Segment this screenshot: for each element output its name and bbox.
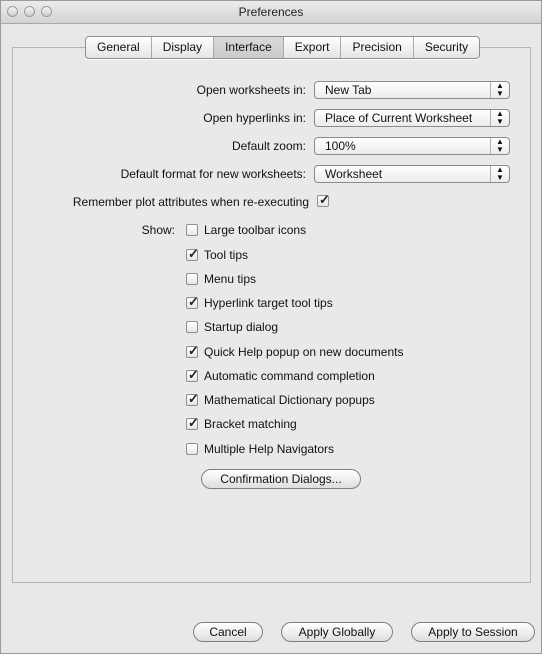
large-toolbar-icons-checkbox[interactable] [186,224,198,236]
auto-command-completion-label: Automatic command completion [204,369,375,383]
default-zoom-value: 100% [325,139,356,153]
tab-precision[interactable]: Precision [341,37,414,58]
quick-help-popup-label: Quick Help popup on new documents [204,345,404,359]
updown-arrows-icon: ▲ ▼ [490,82,509,98]
tab-security[interactable]: Security [414,37,479,58]
multiple-help-navigators-label: Multiple Help Navigators [204,442,335,456]
default-zoom-select[interactable]: 100% ▲ ▼ [314,137,510,155]
cancel-button[interactable]: Cancel [193,622,263,642]
math-dictionary-popups-label: Mathematical Dictionary popups [204,393,375,407]
checkmark-icon: ✓ [188,367,199,382]
apply-to-session-button[interactable]: Apply to Session [411,622,535,642]
hyperlink-tool-tips-label: Hyperlink target tool tips [204,296,333,310]
bracket-matching-checkbox[interactable]: ✓ [186,415,199,430]
open-worksheets-label: Open worksheets in: [196,83,306,97]
window-title: Preferences [238,5,304,19]
startup-dialog-label: Startup dialog [204,320,279,334]
default-format-label: Default format for new worksheets: [120,167,306,181]
checkmark-icon: ✓ [319,192,330,207]
tab-interface[interactable]: Interface [214,37,284,58]
apply-globally-button[interactable]: Apply Globally [281,622,393,642]
quick-help-popup-checkbox[interactable]: ✓ [186,343,199,358]
show-label: Show: [141,223,175,237]
default-format-select[interactable]: Worksheet ▲ ▼ [314,165,510,183]
tab-export[interactable]: Export [284,37,342,58]
menu-tips-label: Menu tips [204,272,257,286]
confirmation-dialogs-button[interactable]: Confirmation Dialogs... [201,469,361,489]
menu-tips-checkbox[interactable] [186,273,198,285]
tool-tips-checkbox[interactable]: ✓ [186,246,199,261]
math-dictionary-popups-checkbox[interactable]: ✓ [186,391,199,406]
checkmark-icon: ✓ [188,343,199,358]
startup-dialog-checkbox[interactable] [186,321,198,333]
open-hyperlinks-value: Place of Current Worksheet [325,111,473,125]
checkmark-icon: ✓ [188,294,199,309]
tab-general[interactable]: General [86,37,152,58]
updown-arrows-icon: ▲ ▼ [490,166,509,182]
checkmark-icon: ✓ [188,391,199,406]
bracket-matching-label: Bracket matching [204,417,297,431]
tab-display[interactable]: Display [152,37,215,58]
tool-tips-label: Tool tips [204,248,249,262]
title-bar[interactable]: Preferences [1,1,541,24]
remember-plot-label: Remember plot attributes when re-executi… [72,195,309,209]
auto-command-completion-checkbox[interactable]: ✓ [186,367,199,382]
preferences-window: Preferences General Display Interface Ex… [0,0,542,654]
default-zoom-label: Default zoom: [231,139,306,153]
remember-plot-checkbox[interactable]: ✓ [317,192,330,207]
tab-bar: General Display Interface Export Precisi… [85,36,481,59]
default-format-value: Worksheet [325,167,383,181]
multiple-help-navigators-checkbox[interactable] [186,443,198,455]
open-worksheets-select[interactable]: New Tab ▲ ▼ [314,81,510,99]
large-toolbar-icons-label: Large toolbar icons [204,223,307,237]
settings-panel [12,47,531,583]
updown-arrows-icon: ▲ ▼ [490,138,509,154]
checkmark-icon: ✓ [188,415,199,430]
hyperlink-tool-tips-checkbox[interactable]: ✓ [186,294,199,309]
open-worksheets-value: New Tab [325,83,372,97]
open-hyperlinks-label: Open hyperlinks in: [203,111,306,125]
checkmark-icon: ✓ [188,246,199,261]
open-hyperlinks-select[interactable]: Place of Current Worksheet ▲ ▼ [314,109,510,127]
updown-arrows-icon: ▲ ▼ [490,110,509,126]
